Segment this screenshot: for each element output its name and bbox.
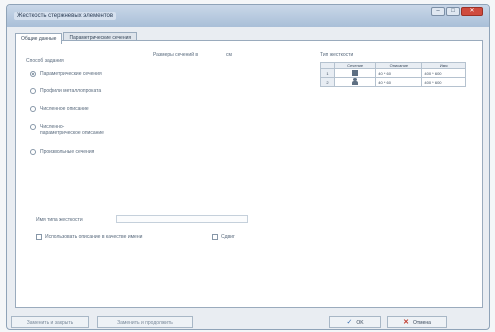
window-controls: – □ ✕ (431, 7, 483, 16)
replace-continue-button[interactable]: Заменить и продолжить (97, 316, 193, 328)
radio-button[interactable] (30, 71, 36, 77)
check-icon: ✓ (346, 319, 353, 326)
radio-button[interactable] (30, 149, 36, 155)
person-section-icon (352, 78, 359, 85)
radio-arbitrary[interactable]: Произвольные сечения (30, 149, 94, 155)
radio-numeric[interactable]: Численное описание (30, 106, 89, 112)
stiffness-types-table: Сечение Описание Имя 1 40 * 60 400 * 600… (320, 62, 466, 87)
method-heading: Способ задания (26, 58, 64, 64)
shift-checkbox[interactable] (212, 234, 218, 240)
section-cell (333, 68, 377, 78)
use-description-checkbox[interactable] (36, 234, 42, 240)
shift-label: Сдвиг (221, 234, 235, 240)
radio-numeric-parametric[interactable]: Численно-параметрическое описание (30, 124, 104, 136)
window-title: Жесткость стержневых элементов (14, 12, 117, 20)
radio-parametric[interactable]: Параметрические сечения (30, 71, 102, 77)
name-cell: 400 * 600 (421, 77, 466, 87)
row-number: 1 (320, 68, 335, 78)
row-number: 2 (320, 77, 335, 87)
rect-section-icon (352, 69, 359, 76)
shift-checkbox-row[interactable]: Сдвиг (212, 234, 235, 240)
radio-button[interactable] (30, 106, 36, 112)
description-cell: 40 * 60 (375, 68, 423, 78)
radio-button[interactable] (30, 124, 36, 130)
title-bar[interactable]: Жесткость стержневых элементов – □ ✕ (7, 5, 489, 27)
description-cell: 40 * 60 (375, 77, 423, 87)
radio-label: Произвольные сечения (40, 149, 95, 155)
radio-button[interactable] (30, 88, 36, 94)
use-description-label: Использовать описание в качестве имени (45, 234, 143, 240)
cancel-label: Отмена (412, 320, 431, 326)
dimensions-unit: см (226, 52, 232, 58)
close-icon: ✕ (403, 319, 409, 326)
close-button[interactable]: ✕ (461, 7, 483, 16)
radio-label: Параметрические сечения (40, 71, 102, 77)
radio-label: Профили металлопроката (40, 88, 102, 94)
table-row[interactable]: 1 40 * 60 400 * 600 (320, 68, 466, 78)
use-description-checkbox-row[interactable]: Использовать описание в качестве имени (36, 234, 142, 240)
type-name-label: Имя типа жесткости (36, 217, 83, 223)
radio-label: Численное описание (40, 106, 89, 112)
name-cell: 400 * 600 (421, 68, 466, 78)
ok-button[interactable]: ✓ OK (329, 316, 381, 328)
dimensions-label: Размеры сечений в (153, 52, 199, 58)
radio-label: Численно-параметрическое описание (40, 124, 104, 136)
table-row[interactable]: 2 40 * 60 400 * 600 (320, 77, 466, 87)
radio-profiles[interactable]: Профили металлопроката (30, 88, 101, 94)
minimize-button[interactable]: – (431, 7, 445, 16)
maximize-button[interactable]: □ (446, 7, 460, 16)
general-panel: Способ задания Параметрические сечения П… (15, 40, 483, 308)
replace-close-button[interactable]: Заменить и закрыть (11, 316, 89, 328)
section-cell (333, 77, 377, 87)
tab-general[interactable]: Общие данные (15, 33, 63, 44)
ok-label: OK (356, 320, 364, 326)
cancel-button[interactable]: ✕ Отмена (387, 316, 447, 328)
stiffness-types-heading: Тип жесткости (320, 52, 354, 58)
dialog-window: Жесткость стержневых элементов – □ ✕ Общ… (6, 4, 490, 330)
type-name-input[interactable] (116, 215, 248, 223)
